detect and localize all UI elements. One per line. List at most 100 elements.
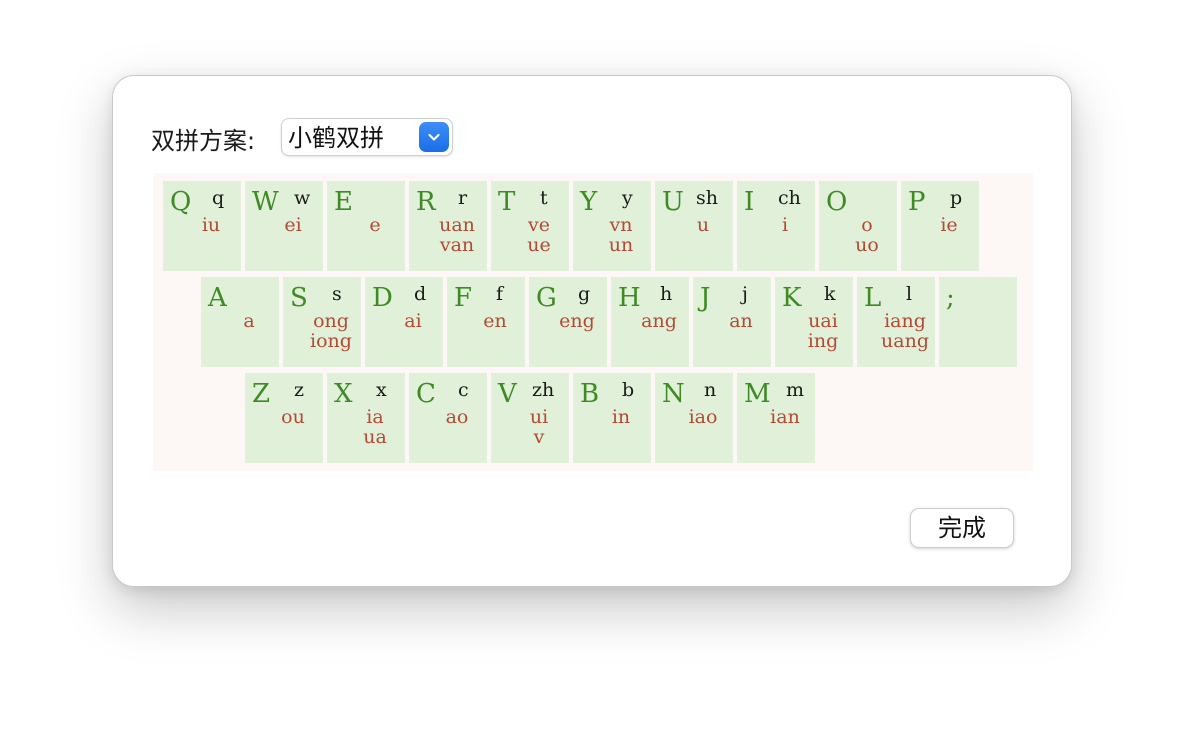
- key-initial: x: [376, 379, 387, 401]
- key-finals: iang uang: [857, 311, 935, 351]
- key-finals: uan van: [409, 215, 487, 255]
- key-letter: B: [580, 379, 600, 409]
- key-finals: uai ing: [775, 311, 853, 351]
- key-i: Ich i: [737, 181, 815, 271]
- key-initial: n: [704, 379, 717, 401]
- key-letter: Y: [580, 187, 598, 217]
- key-finals: iao: [655, 407, 733, 427]
- key-letter: J: [700, 283, 711, 313]
- key-initial: q: [212, 187, 225, 209]
- key-initial: y: [622, 187, 633, 209]
- key-letter: A: [208, 283, 227, 313]
- key-final: ian: [770, 406, 800, 428]
- key-finals: eng: [529, 311, 607, 331]
- key-w: Ww ei: [245, 181, 323, 271]
- key-final: v: [533, 426, 545, 448]
- key-initial: w: [294, 187, 311, 209]
- key-finals: ui v: [491, 407, 569, 447]
- key-final: ua: [363, 426, 387, 448]
- key-finals: ei: [245, 215, 323, 235]
- key-letter: D: [372, 283, 393, 313]
- key-finals: e: [327, 215, 405, 235]
- key-finals: ai: [365, 311, 443, 331]
- key-final: uan: [439, 214, 475, 236]
- key-finals: ian: [737, 407, 815, 427]
- scheme-select-value: 小鹤双拼: [288, 124, 384, 152]
- key-y: Yy vn un: [573, 181, 651, 271]
- key-initial: g: [578, 283, 591, 305]
- key-finals: vn un: [573, 215, 651, 255]
- key-t: Tt ve ue: [491, 181, 569, 271]
- done-button[interactable]: 完成: [910, 508, 1014, 548]
- key-final: ia: [366, 406, 384, 428]
- key-final: in: [611, 406, 631, 428]
- key-s: Ss ong iong: [283, 277, 361, 367]
- key-finals: in: [573, 407, 651, 427]
- key-initial: j: [742, 283, 748, 305]
- key-finals: an: [693, 311, 771, 331]
- key-z: Zz ou: [245, 373, 323, 463]
- key-b: Bb in: [573, 373, 651, 463]
- key-initial: m: [786, 379, 805, 401]
- key-finals: o uo: [819, 215, 897, 255]
- key-final: ao: [445, 406, 469, 428]
- key-f: Ff en: [447, 277, 525, 367]
- key-initial: ch: [778, 187, 801, 209]
- key-finals: en: [447, 311, 525, 331]
- key-initial: s: [332, 283, 342, 305]
- key-final: un: [608, 234, 634, 256]
- key-final: iang: [884, 310, 926, 332]
- key-p: Pp ie: [901, 181, 979, 271]
- key-finals: ao: [409, 407, 487, 427]
- key-initial: b: [622, 379, 635, 401]
- key-initial: z: [294, 379, 305, 401]
- key-l: Ll iang uang: [857, 277, 935, 367]
- key-letter: Z: [252, 379, 271, 409]
- key-q: Qq iu: [163, 181, 241, 271]
- key-finals: ie: [901, 215, 979, 235]
- key-final: uang: [881, 330, 929, 352]
- key-initial: t: [540, 187, 548, 209]
- key-final: a: [243, 310, 255, 332]
- key-final: ui: [529, 406, 549, 428]
- key-final: e: [369, 214, 381, 236]
- key-finals: u: [655, 215, 733, 235]
- key-letter: G: [536, 283, 557, 313]
- key-finals: ang: [611, 311, 689, 331]
- key-letter: O: [826, 187, 848, 217]
- key-letter: S: [290, 283, 308, 313]
- key-letter: N: [662, 379, 685, 409]
- key-m: Mm ian: [737, 373, 815, 463]
- key-final: u: [696, 214, 710, 236]
- key-d: Dd ai: [365, 277, 443, 367]
- key-letter: E: [334, 187, 353, 217]
- key-letter: F: [454, 283, 473, 313]
- key-final: ue: [527, 234, 551, 256]
- key-letter: R: [416, 187, 436, 217]
- chevron-down-icon[interactable]: [419, 122, 449, 152]
- key-initial: zh: [532, 379, 555, 401]
- key-final: ou: [281, 406, 305, 428]
- key-initial: h: [660, 283, 673, 305]
- scheme-select[interactable]: 小鹤双拼: [281, 118, 453, 156]
- scheme-label: 双拼方案:: [151, 127, 256, 155]
- key-final: iao: [688, 406, 718, 428]
- key-n: Nn iao: [655, 373, 733, 463]
- key-letter: V: [498, 379, 517, 409]
- key-final: vn: [609, 214, 633, 236]
- key-final: iong: [310, 330, 352, 352]
- key-letter: K: [782, 283, 802, 313]
- key-initial: l: [906, 283, 913, 305]
- key-letter: M: [744, 379, 771, 409]
- key-letter: L: [864, 283, 882, 313]
- key-letter: W: [252, 187, 279, 217]
- key-finals: ia ua: [327, 407, 405, 447]
- key-initial: f: [496, 283, 504, 305]
- key-final: eng: [559, 310, 595, 332]
- key-finals: iu: [163, 215, 241, 235]
- key-initial: c: [458, 379, 469, 401]
- key-final: an: [729, 310, 753, 332]
- key-finals: ve ue: [491, 215, 569, 255]
- key-final: o: [861, 214, 873, 236]
- key-letter: Q: [170, 187, 192, 217]
